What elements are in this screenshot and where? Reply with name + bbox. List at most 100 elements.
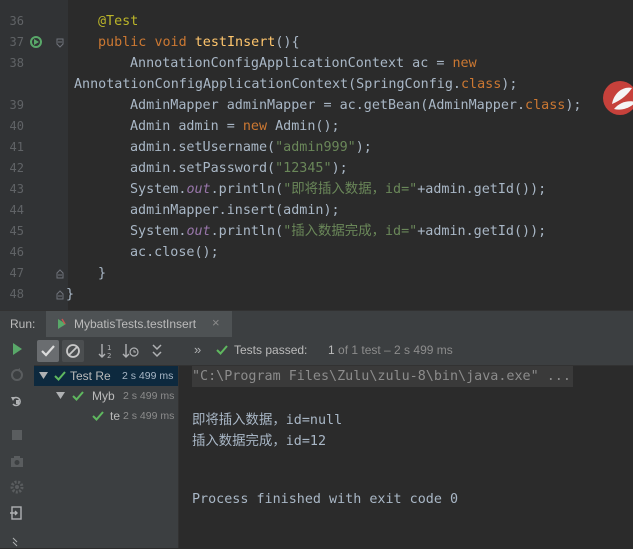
run-label: Run:: [10, 317, 36, 331]
tree-row-root[interactable]: Test Re 2 s 499 ms: [34, 366, 178, 386]
code-token: .println(: [210, 224, 284, 239]
code-token: "admin999": [275, 140, 356, 155]
code-line: public void testInsert(){: [98, 32, 300, 53]
code-token: .println(: [210, 182, 284, 197]
ignored-icon: [66, 344, 80, 358]
code-token: }: [66, 287, 75, 302]
rerun-failed-icon[interactable]: [9, 367, 25, 383]
line-number: 44: [9, 203, 24, 217]
fold-marker-icon[interactable]: [56, 38, 64, 48]
stop-icon[interactable]: [9, 427, 25, 443]
tree-node-time: 2 s 499 ms: [123, 390, 175, 402]
tree-node-time: 2 s 499 ms: [122, 370, 174, 382]
expand-arrow-icon[interactable]: [56, 392, 65, 400]
line-number: 42: [9, 161, 24, 175]
code-line: AdminMapper adminMapper = ac.getBean(Adm…: [130, 95, 581, 116]
toggle-auto-test-icon[interactable]: [9, 393, 25, 409]
line-number: 37: [9, 35, 24, 49]
app-logo-icon: [603, 81, 633, 115]
line-number: 41: [9, 140, 24, 154]
code-token: AdminMapper adminMapper = ac.getBean(Adm…: [130, 98, 526, 113]
passed-check-icon: [92, 411, 104, 421]
code-line: AnnotationConfigApplicationContext(Sprin…: [74, 74, 517, 95]
code-token: admin.setPassword(: [130, 161, 276, 176]
test-results-tree: Test Re 2 s 499 ms Myb 2 s 499 ms te 2 s…: [34, 366, 179, 548]
code-line: ac.close();: [130, 242, 219, 263]
code-line: admin.setPassword("12345");: [130, 158, 348, 179]
code-line: Admin admin = new Admin();: [130, 116, 340, 137]
line-number: 43: [9, 182, 24, 196]
expand-all-icon[interactable]: [148, 342, 166, 360]
run-tab-label: MybatisTests.testInsert: [74, 317, 197, 331]
code-token: );: [355, 140, 372, 155]
more-icon[interactable]: [9, 533, 25, 549]
test-summary: of 1 test – 2 s 499 ms: [338, 343, 453, 357]
tree-node-label: te: [110, 409, 121, 423]
code-token: System.: [130, 182, 187, 197]
code-token: ac.close();: [130, 245, 219, 260]
code-token: "插入数据完成，id=": [283, 224, 418, 239]
exit-icon[interactable]: [9, 505, 25, 521]
code-token: "12345": [275, 161, 332, 176]
passed-check-icon: [54, 371, 66, 381]
line-number: 47: [9, 266, 24, 280]
svg-text:2: 2: [107, 352, 111, 360]
code-token: new: [452, 56, 477, 71]
code-token: System.: [130, 224, 187, 239]
line-number: 38: [9, 56, 24, 70]
tests-passed-status: Tests passed:: [234, 343, 308, 357]
code-token: new: [242, 119, 268, 134]
run-tool-window-header: Run: MybatisTests.testInsert ×: [0, 310, 633, 337]
code-token: +admin.getId());: [417, 224, 547, 239]
settings-icon[interactable]: [9, 479, 25, 495]
code-token: AnnotationConfigApplicationContext(Sprin…: [74, 77, 461, 92]
code-token: Admin admin =: [130, 119, 243, 134]
line-number: 40: [9, 119, 24, 133]
code-token: adminMapper.insert(admin);: [130, 203, 340, 218]
code-line: }: [98, 263, 106, 284]
expand-arrow-icon[interactable]: [39, 372, 48, 380]
sort-by-duration-icon[interactable]: [122, 342, 140, 360]
line-number: [0, 74, 24, 95]
close-tab-icon[interactable]: ×: [212, 315, 220, 330]
show-passed-button[interactable]: [37, 340, 59, 362]
run-left-toolbar: [0, 337, 35, 548]
check-icon: [41, 345, 55, 357]
tree-row-method[interactable]: te 2 s 499 ms: [34, 406, 178, 426]
line-number: 39: [9, 98, 24, 112]
code-token: void: [154, 35, 187, 50]
code-line: @Test: [98, 11, 138, 32]
console-output[interactable]: "C:\Program Files\Zulu\zulu-8\bin\java.e…: [179, 366, 633, 548]
fold-marker-icon[interactable]: [56, 290, 64, 300]
code-token: AnnotationConfigApplicationContext ac =: [130, 56, 453, 71]
code-token: class: [525, 98, 566, 113]
more-actions-icon[interactable]: »: [194, 342, 201, 357]
code-editor[interactable]: 36 37 38 39 40 41 42 43 44 45 46 47 48 @Test public v…: [0, 0, 633, 310]
console-exit-line: Process finished with exit code 0: [192, 492, 459, 507]
tree-row-class[interactable]: Myb 2 s 499 ms: [34, 386, 178, 406]
code-token: public: [98, 35, 147, 50]
show-ignored-button[interactable]: [62, 340, 84, 362]
test-class-icon: [58, 318, 66, 329]
tree-node-label: Myb: [92, 389, 115, 403]
code-token: "即将插入数据，id=": [283, 182, 418, 197]
line-number: 45: [9, 224, 24, 238]
rerun-icon[interactable]: [9, 341, 25, 357]
sort-alphabetically-icon[interactable]: 12: [98, 342, 116, 360]
console-command-line[interactable]: "C:\Program Files\Zulu\zulu-8\bin\java.e…: [192, 366, 573, 387]
run-test-gutter-icon[interactable]: [29, 35, 43, 49]
code-token: out: [186, 182, 211, 197]
tree-node-time: 2 s 499 ms: [123, 410, 175, 422]
code-line: admin.setUsername("admin999");: [130, 137, 372, 158]
camera-icon[interactable]: [9, 453, 25, 469]
fold-marker-icon[interactable]: [56, 269, 64, 279]
line-number: 36: [9, 14, 24, 28]
code-token: }: [98, 266, 107, 281]
code-token: out: [186, 224, 211, 239]
code-token: @Test: [98, 14, 139, 29]
code-token: );: [565, 98, 582, 113]
code-token: Admin();: [267, 119, 340, 134]
passed-count: 1: [328, 343, 339, 357]
code-token: (){: [275, 35, 300, 50]
